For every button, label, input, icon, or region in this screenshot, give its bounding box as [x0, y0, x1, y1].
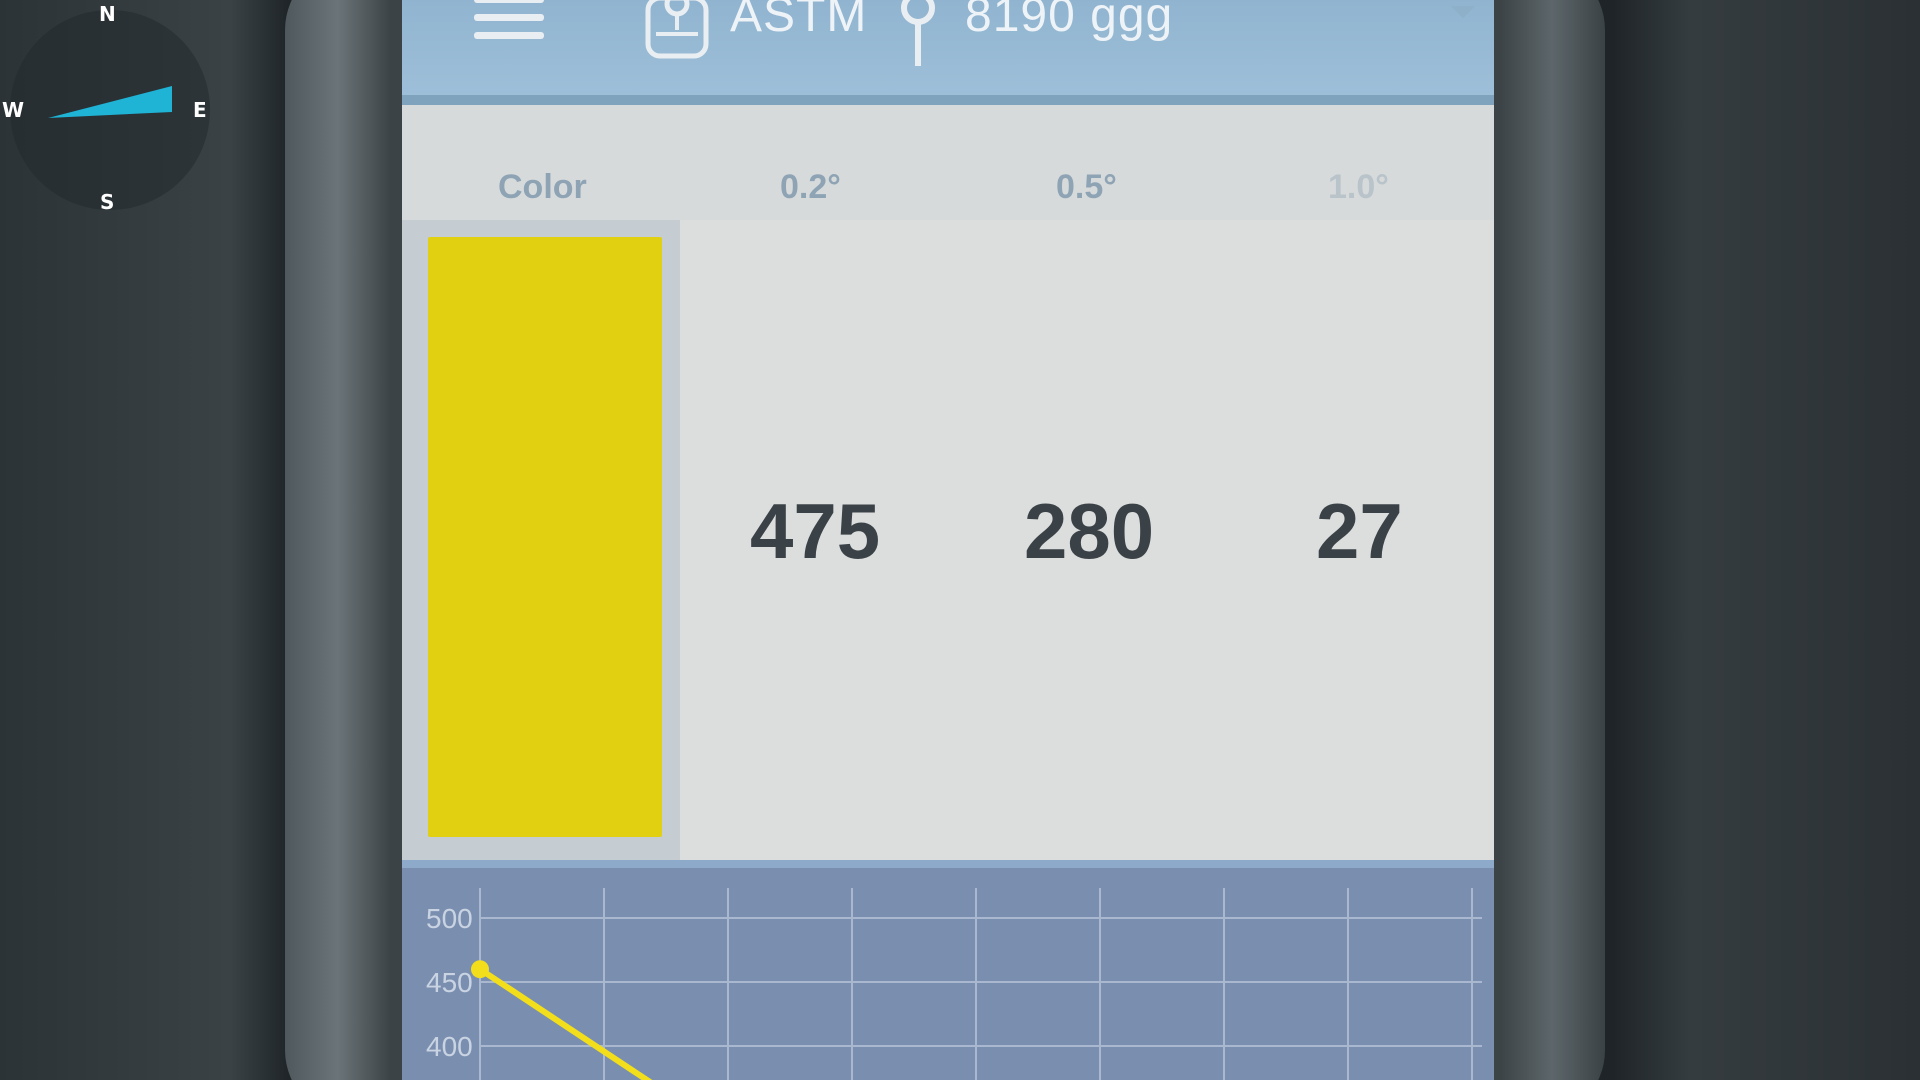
compass-south: S [100, 190, 115, 214]
compass: N E S W [0, 0, 220, 220]
device-icon [645, 0, 709, 59]
y-tick-label: 450 [426, 967, 473, 998]
chevron-down-icon[interactable] [1450, 4, 1476, 20]
value-angle-1-0: 27 [1316, 487, 1403, 575]
trend-chart: 500 450 400 [402, 860, 1494, 1080]
compass-west: W [2, 98, 25, 122]
compass-needle-icon [48, 86, 172, 118]
y-tick-label: 500 [426, 903, 473, 934]
header-angle-0-2: 0.2° [780, 168, 841, 206]
compass-east: E [193, 98, 207, 122]
top-bar: ASTM 8190 ggg [402, 0, 1494, 105]
sample-label[interactable]: 8190 ggg [965, 0, 1173, 43]
device-screen: ASTM 8190 ggg Color 0.2° 0.5° 1.0° 475 2… [402, 0, 1494, 1080]
photo-scene: ASTM 8190 ggg Color 0.2° 0.5° 1.0° 475 2… [0, 0, 1920, 1080]
color-swatch [428, 237, 662, 837]
compass-north: N [99, 2, 116, 26]
table-header: Color 0.2° 0.5° 1.0° [402, 105, 1494, 223]
standard-label[interactable]: ASTM [730, 0, 867, 43]
series-line [478, 966, 653, 1080]
measurement-row: 475 280 27 [402, 220, 1494, 860]
data-point [471, 960, 489, 979]
y-tick-label: 400 [426, 1031, 473, 1062]
trend-chart-svg: 500 450 400 [426, 888, 1482, 1080]
probe-icon [901, 0, 935, 66]
value-angle-0-2: 475 [750, 487, 881, 575]
header-angle-0-5: 0.5° [1056, 168, 1117, 206]
header-color: Color [498, 168, 587, 206]
header-angle-1-0: 1.0° [1328, 168, 1389, 206]
value-angle-0-5: 280 [1024, 487, 1155, 575]
hamburger-menu-icon[interactable] [474, 0, 544, 39]
color-swatch-cell [402, 220, 680, 860]
